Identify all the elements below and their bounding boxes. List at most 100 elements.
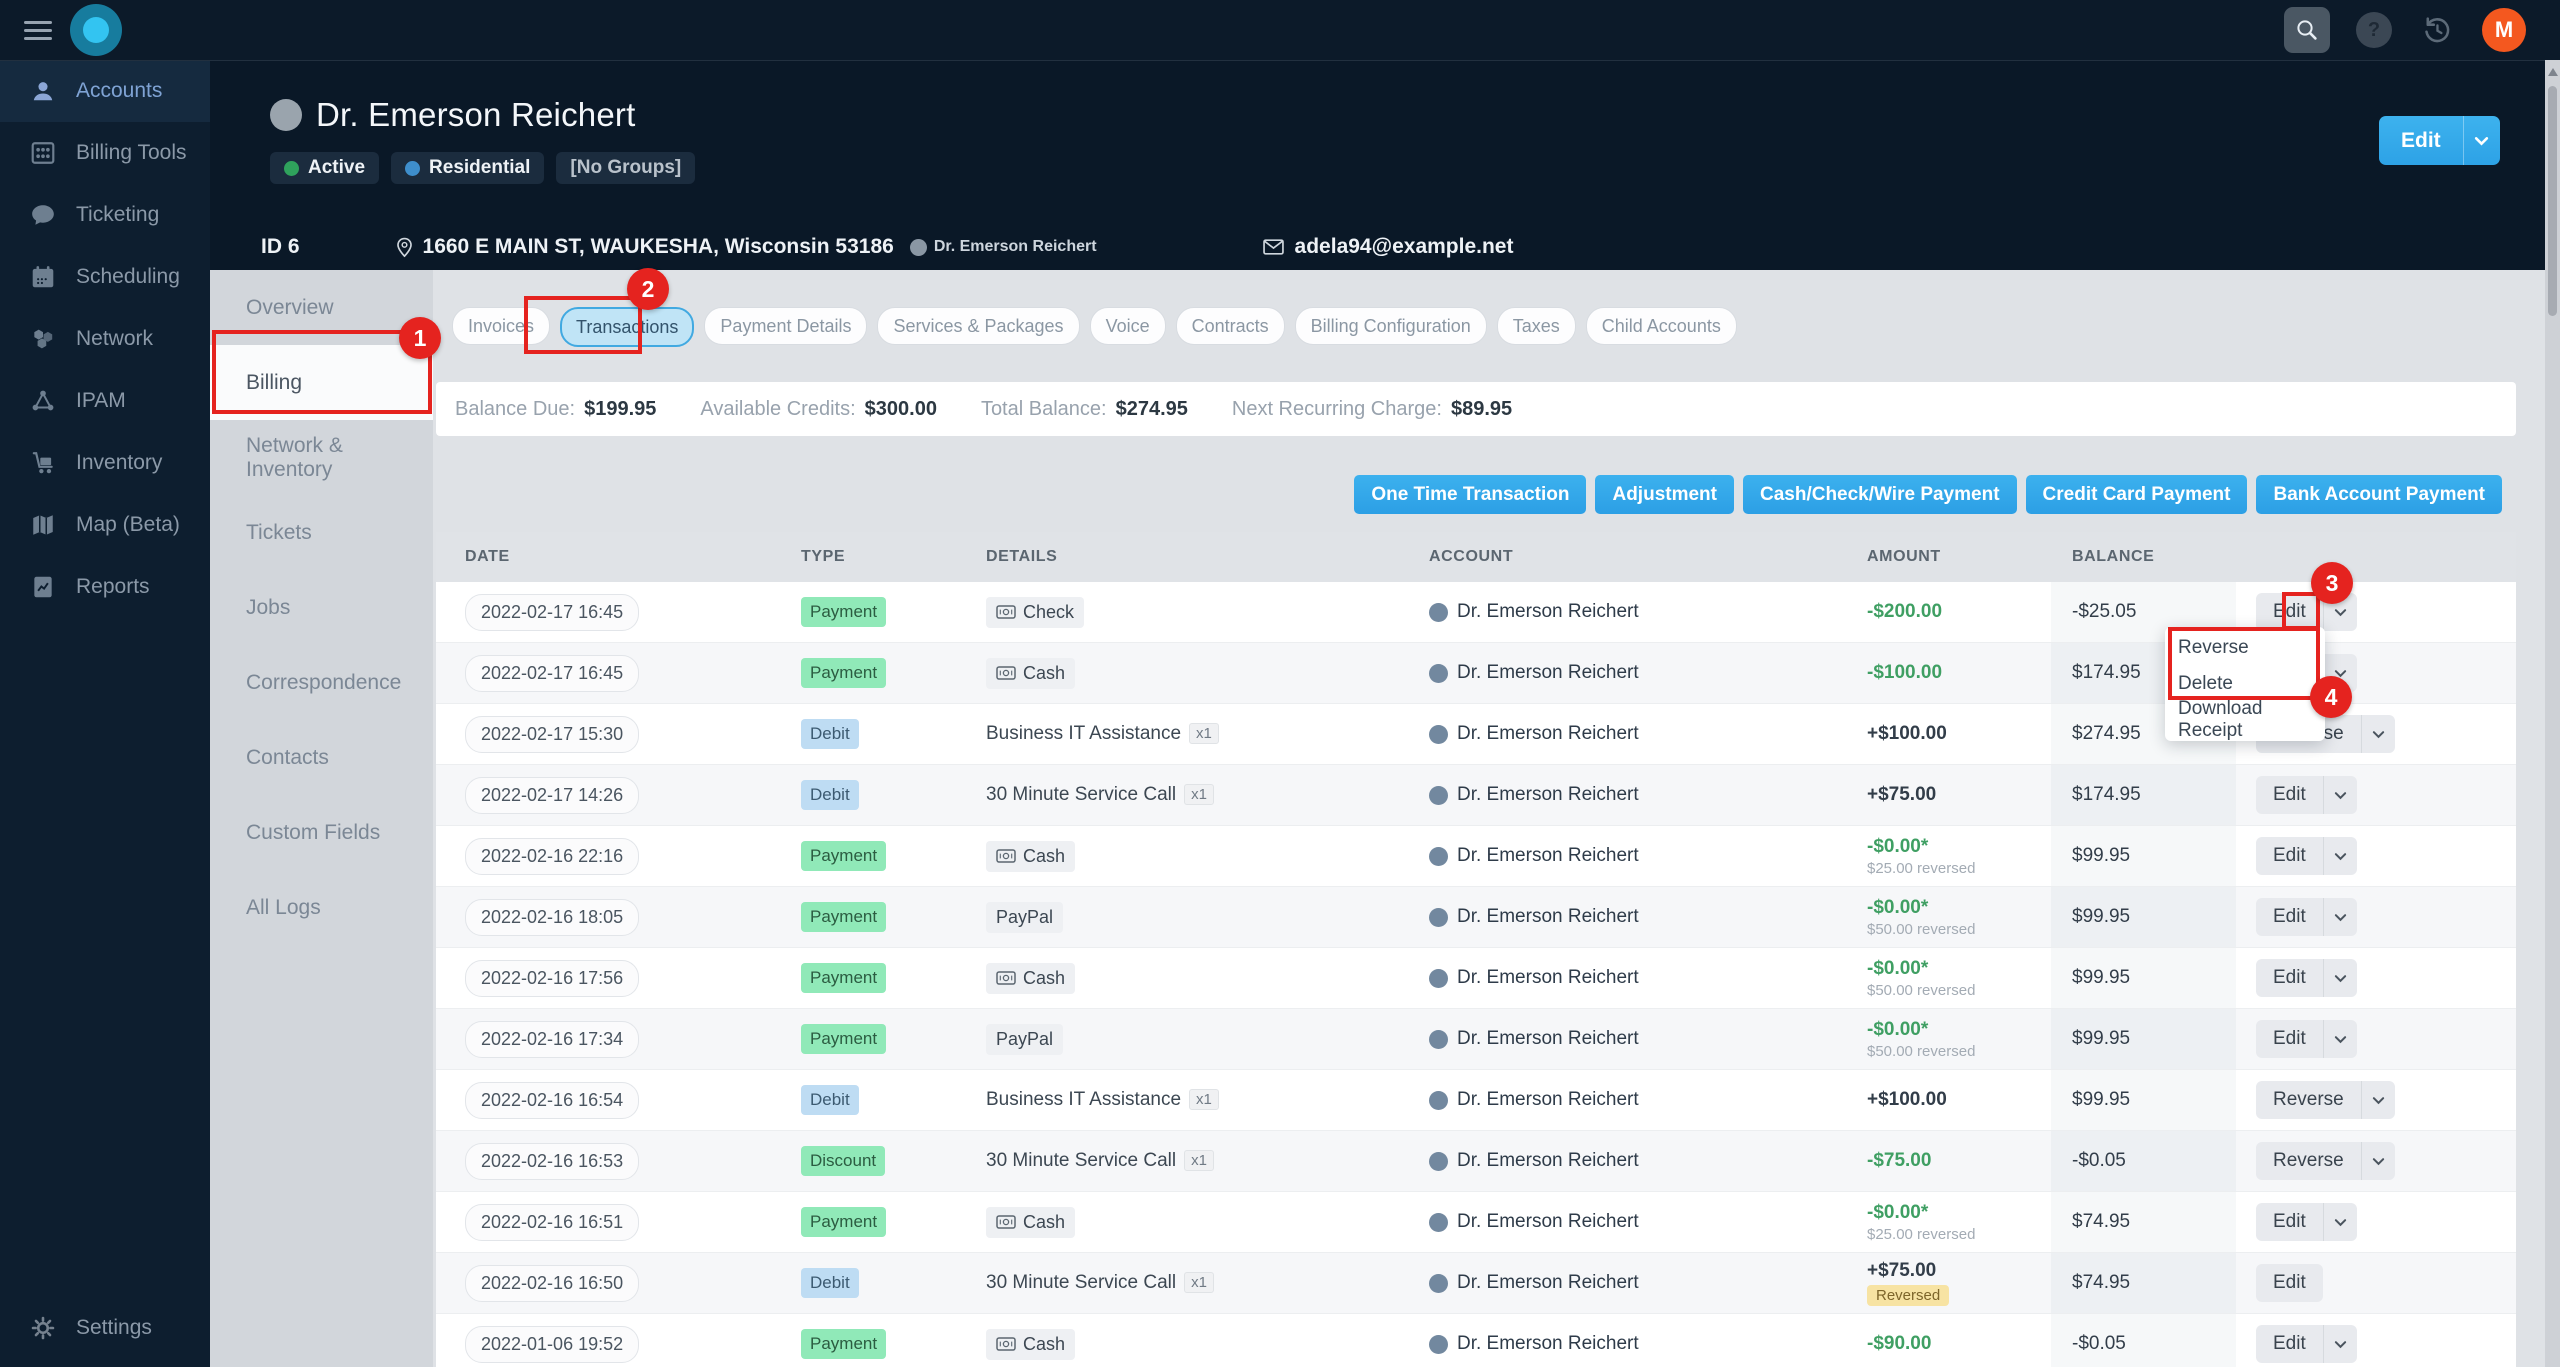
row-action-button[interactable]: Edit xyxy=(2256,959,2323,997)
row-chevron-down-icon[interactable] xyxy=(2322,1325,2357,1363)
dropdown-item-delete[interactable]: Delete xyxy=(2165,666,2325,702)
credit-card-payment-button[interactable]: Credit Card Payment xyxy=(2025,475,2248,514)
account-contact[interactable]: Dr. Emerson Reichert xyxy=(909,238,1097,256)
tab-billing-configuration[interactable]: Billing Configuration xyxy=(1294,307,1487,345)
account-link[interactable]: Dr. Emerson Reichert xyxy=(1457,1333,1639,1355)
subnav-item-contacts[interactable]: Contacts xyxy=(210,720,433,795)
balance-value: $74.95 xyxy=(2051,1192,2236,1252)
row-action-button[interactable]: Reverse xyxy=(2256,1142,2361,1180)
edit-button[interactable]: Edit xyxy=(2379,116,2463,165)
cash-check-wire-payment-button[interactable]: Cash/Check/Wire Payment xyxy=(1742,475,2017,514)
row-action-button[interactable]: Edit xyxy=(2256,1203,2323,1241)
account-email-group[interactable]: adela94@example.net xyxy=(1262,235,1513,259)
one-time-transaction-button[interactable]: One Time Transaction xyxy=(1354,475,1587,514)
row-chevron-down-icon[interactable] xyxy=(2360,715,2395,753)
row-chevron-down-icon[interactable] xyxy=(2322,837,2357,875)
account-link[interactable]: Dr. Emerson Reichert xyxy=(1457,784,1639,806)
cell-details: 30 Minute Service Call x1 xyxy=(971,1272,1401,1294)
account-link[interactable]: Dr. Emerson Reichert xyxy=(1457,1272,1639,1294)
row-action-button[interactable]: Edit xyxy=(2256,593,2323,631)
edit-chevron-down-icon[interactable] xyxy=(2462,116,2500,165)
dropdown-item-reverse[interactable]: Reverse xyxy=(2165,630,2325,666)
row-chevron-down-icon[interactable] xyxy=(2322,1020,2357,1058)
row-chevron-down-icon[interactable] xyxy=(2360,1142,2395,1180)
subnav-item-network-inventory[interactable]: Network & Inventory xyxy=(210,420,433,495)
subnav-item-custom-fields[interactable]: Custom Fields xyxy=(210,795,433,870)
sidebar-item-accounts[interactable]: Accounts xyxy=(0,60,210,122)
sidebar-item-billing-tools[interactable]: Billing Tools xyxy=(0,122,210,184)
scrollbar-thumb[interactable] xyxy=(2548,86,2557,316)
sidebar-item-ipam[interactable]: IPAM xyxy=(0,370,210,432)
subnav-item-jobs[interactable]: Jobs xyxy=(210,570,433,645)
search-icon[interactable] xyxy=(2284,7,2330,53)
sidebar-item-map-beta[interactable]: Map (Beta) xyxy=(0,494,210,556)
row-action-button[interactable]: Edit xyxy=(2256,898,2323,936)
account-address-group[interactable]: 1660 E MAIN ST, WAUKESHA, Wisconsin 5318… xyxy=(396,235,894,259)
row-chevron-down-icon[interactable] xyxy=(2322,1203,2357,1241)
sidebar-item-scheduling[interactable]: Scheduling xyxy=(0,246,210,308)
tab-contracts[interactable]: Contracts xyxy=(1175,307,1285,345)
row-chevron-down-icon[interactable] xyxy=(2322,776,2357,814)
help-icon[interactable]: ? xyxy=(2356,12,2392,48)
tab-services-packages[interactable]: Services & Packages xyxy=(877,307,1080,345)
account-link[interactable]: Dr. Emerson Reichert xyxy=(1457,845,1639,867)
cell-account: Dr. Emerson Reichert xyxy=(1401,1211,1831,1233)
reversed-amount-note: $50.00 reversed xyxy=(1867,981,1976,999)
hamburger-menu-icon[interactable] xyxy=(24,16,52,45)
column-header-account: ACCOUNT xyxy=(1429,548,1514,565)
row-chevron-down-icon[interactable] xyxy=(2360,1081,2395,1119)
scrollbar-up-arrow[interactable] xyxy=(2548,68,2558,76)
cell-type: Debit xyxy=(771,1085,971,1115)
sidebar-item-settings[interactable]: Settings xyxy=(0,1297,210,1359)
row-action-button[interactable]: Edit xyxy=(2256,1020,2323,1058)
account-link[interactable]: Dr. Emerson Reichert xyxy=(1457,723,1639,745)
row-chevron-down-icon[interactable] xyxy=(2322,654,2357,692)
amount-value: +$100.00 xyxy=(1867,723,1947,744)
row-chevron-down-icon[interactable] xyxy=(2322,593,2357,631)
user-avatar[interactable]: M xyxy=(2482,8,2526,52)
tab-taxes[interactable]: Taxes xyxy=(1496,307,1576,345)
adjustment-button[interactable]: Adjustment xyxy=(1595,475,1734,514)
account-link[interactable]: Dr. Emerson Reichert xyxy=(1457,1089,1639,1111)
page-scrollbar[interactable] xyxy=(2545,60,2560,1367)
sidebar-item-reports[interactable]: Reports xyxy=(0,556,210,618)
history-icon[interactable] xyxy=(2422,15,2452,45)
bank-account-payment-button[interactable]: Bank Account Payment xyxy=(2256,475,2502,514)
dropdown-item-download-receipt[interactable]: Download Receipt xyxy=(2165,698,2325,741)
account-link[interactable]: Dr. Emerson Reichert xyxy=(1457,662,1639,684)
subnav-item-tickets[interactable]: Tickets xyxy=(210,495,433,570)
sidebar-item-inventory[interactable]: Inventory xyxy=(0,432,210,494)
account-link[interactable]: Dr. Emerson Reichert xyxy=(1457,1211,1639,1233)
cell-type: Payment xyxy=(771,902,971,932)
tab-transactions[interactable]: Transactions xyxy=(560,307,695,347)
summary-available-credits: Available Credits: $300.00 xyxy=(700,397,937,420)
account-link[interactable]: Dr. Emerson Reichert xyxy=(1457,1150,1639,1172)
row-action-button[interactable]: Reverse xyxy=(2256,1081,2361,1119)
cell-date: 2022-01-06 19:52 xyxy=(436,1325,771,1363)
tab-invoices[interactable]: Invoices xyxy=(452,307,551,345)
row-chevron-down-icon[interactable] xyxy=(2322,898,2357,936)
subnav-item-overview[interactable]: Overview xyxy=(210,270,433,345)
account-link[interactable]: Dr. Emerson Reichert xyxy=(1457,1028,1639,1050)
cell-balance: -$0.05 xyxy=(2051,1131,2236,1191)
row-action-button[interactable]: Edit xyxy=(2256,837,2323,875)
row-action-button[interactable]: Edit xyxy=(2256,1325,2323,1363)
tab-child-accounts[interactable]: Child Accounts xyxy=(1585,307,1737,345)
row-chevron-down-icon[interactable] xyxy=(2322,959,2357,997)
transaction-row-8: 2022-02-16 17:34 Payment PayPal Dr. Emerson… xyxy=(436,1008,2516,1069)
row-action-button[interactable]: Edit xyxy=(2256,1264,2323,1302)
account-link[interactable]: Dr. Emerson Reichert xyxy=(1457,967,1639,989)
subnav-item-all-logs[interactable]: All Logs xyxy=(210,870,433,945)
row-action-button[interactable]: Edit xyxy=(2256,776,2323,814)
row-action-split-button: Edit xyxy=(2256,776,2357,814)
subnav-item-correspondence[interactable]: Correspondence xyxy=(210,645,433,720)
account-link[interactable]: Dr. Emerson Reichert xyxy=(1457,601,1639,623)
tab-voice[interactable]: Voice xyxy=(1089,307,1166,345)
subnav-item-billing[interactable]: Billing xyxy=(210,345,433,420)
sidebar-item-ticketing[interactable]: Ticketing xyxy=(0,184,210,246)
account-avatar-icon xyxy=(1429,1151,1448,1171)
app-logo[interactable] xyxy=(70,4,122,56)
tab-payment-details[interactable]: Payment Details xyxy=(704,307,868,345)
sidebar-item-network[interactable]: Network xyxy=(0,308,210,370)
account-link[interactable]: Dr. Emerson Reichert xyxy=(1457,906,1639,928)
